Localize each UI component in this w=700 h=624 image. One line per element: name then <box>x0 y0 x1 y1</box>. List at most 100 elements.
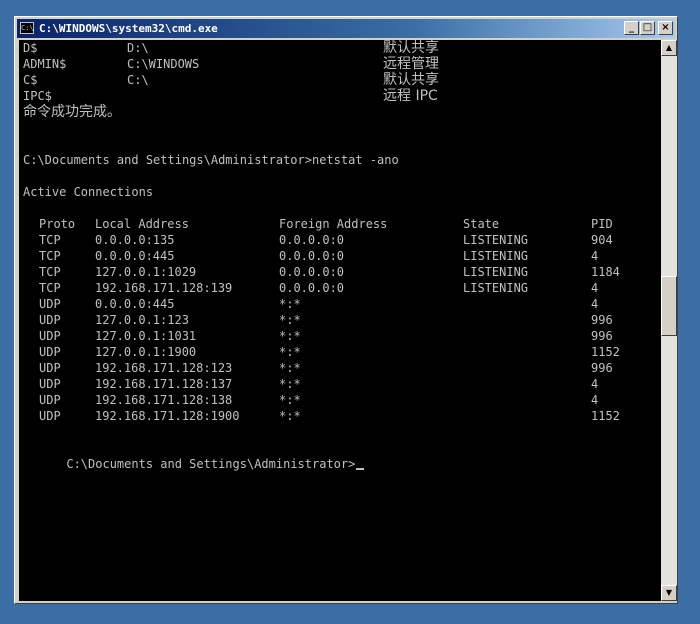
cell-proto: UDP <box>39 393 61 407</box>
current-prompt[interactable]: C:\Documents and Settings\Administrator> <box>23 440 661 471</box>
cell-pid: 4 <box>591 393 599 407</box>
cell-local-address: 127.0.0.1:1900 <box>95 345 197 359</box>
cell-proto: TCP <box>39 233 61 247</box>
vertical-scrollbar[interactable]: ▲ ▼ <box>661 40 677 601</box>
share-path: C:\ <box>127 73 149 87</box>
scroll-up-button[interactable]: ▲ <box>661 40 677 56</box>
scroll-thumb[interactable] <box>661 276 677 336</box>
cell-pid: 904 <box>591 233 613 247</box>
table-row: UDP 127.0.0.1:1031 *:* 996 <box>19 328 659 344</box>
cell-pid: 996 <box>591 313 613 327</box>
cell-pid: 996 <box>591 361 613 375</box>
cell-pid: 4 <box>591 249 599 263</box>
cell-local-address: 0.0.0.0:135 <box>95 233 175 247</box>
share-remark: 默认共享 <box>383 72 439 88</box>
window-title: C:\WINDOWS\system32\cmd.exe <box>39 22 218 35</box>
column-header-state: State <box>463 217 500 231</box>
cell-pid: 1152 <box>591 345 620 359</box>
column-header-proto: Proto <box>39 217 76 231</box>
table-row: UDP 0.0.0.0:445 *:* 4 <box>19 296 659 312</box>
cell-local-address: 192.168.171.128:137 <box>95 377 233 391</box>
console-icon: C:\ <box>20 22 34 34</box>
text-cursor <box>356 468 365 470</box>
success-message: 命令成功完成。 <box>23 104 121 120</box>
cell-state: LISTENING <box>463 233 529 247</box>
section-heading: Active Connections <box>23 185 154 199</box>
cell-proto: UDP <box>39 329 61 343</box>
cell-foreign-address: *:* <box>279 313 301 327</box>
cell-proto: UDP <box>39 313 61 327</box>
share-row: IPC$ 远程 IPC <box>19 88 659 104</box>
share-row: ADMIN$ C:\WINDOWS 远程管理 <box>19 56 659 72</box>
cell-foreign-address: 0.0.0.0:0 <box>279 281 345 295</box>
cell-foreign-address: *:* <box>279 329 301 343</box>
share-remark: 远程 IPC <box>383 88 438 104</box>
cell-proto: TCP <box>39 281 61 295</box>
table-row: UDP 127.0.0.1:1900 *:* 1152 <box>19 344 659 360</box>
cell-local-address: 192.168.171.128:123 <box>95 361 233 375</box>
cell-local-address: 192.168.171.128:138 <box>95 393 233 407</box>
title-bar[interactable]: C:\ C:\WINDOWS\system32\cmd.exe _ □ × <box>17 19 675 38</box>
cell-foreign-address: 0.0.0.0:0 <box>279 265 345 279</box>
cell-pid: 1152 <box>591 409 620 423</box>
cell-proto: TCP <box>39 249 61 263</box>
console-output[interactable]: D$ D:\ 默认共享 ADMIN$ C:\WINDOWS 远程管理 C$ C:… <box>19 40 661 601</box>
cell-local-address: 0.0.0.0:445 <box>95 297 175 311</box>
cell-pid: 4 <box>591 377 599 391</box>
cell-state: LISTENING <box>463 249 529 263</box>
maximize-button[interactable]: □ <box>640 21 655 35</box>
column-header-foreign-address: Foreign Address <box>279 217 388 231</box>
cell-pid: 4 <box>591 281 599 295</box>
close-button[interactable]: × <box>658 21 673 35</box>
cell-state: LISTENING <box>463 281 529 295</box>
table-row: TCP 0.0.0.0:135 0.0.0.0:0 LISTENING 904 <box>19 232 659 248</box>
table-row: UDP 192.168.171.128:1900 *:* 1152 <box>19 408 659 424</box>
table-header: Proto Local Address Foreign Address Stat… <box>19 216 659 232</box>
cell-proto: UDP <box>39 345 61 359</box>
cell-proto: UDP <box>39 297 61 311</box>
share-name: C$ <box>23 73 38 87</box>
share-remark: 默认共享 <box>383 40 439 56</box>
table-row: TCP 192.168.171.128:139 0.0.0.0:0 LISTENING… <box>19 280 659 296</box>
column-header-pid: PID <box>591 217 613 231</box>
cell-pid: 1184 <box>591 265 620 279</box>
cell-proto: UDP <box>39 361 61 375</box>
cell-proto: UDP <box>39 377 61 391</box>
cell-pid: 4 <box>591 297 599 311</box>
cell-foreign-address: *:* <box>279 345 301 359</box>
table-row: UDP 192.168.171.128:138 *:* 4 <box>19 392 659 408</box>
cell-foreign-address: *:* <box>279 409 301 423</box>
cell-proto: TCP <box>39 265 61 279</box>
cell-foreign-address: *:* <box>279 393 301 407</box>
cell-state: LISTENING <box>463 265 529 279</box>
cell-proto: UDP <box>39 409 61 423</box>
share-path: C:\WINDOWS <box>127 57 200 71</box>
table-row: TCP 0.0.0.0:445 0.0.0.0:0 LISTENING 4 <box>19 248 659 264</box>
minimize-button[interactable]: _ <box>624 21 639 35</box>
cell-local-address: 192.168.171.128:1900 <box>95 409 240 423</box>
cell-pid: 996 <box>591 329 613 343</box>
column-header-local-address: Local Address <box>95 217 189 231</box>
table-row: UDP 192.168.171.128:123 *:* 996 <box>19 360 659 376</box>
share-name: D$ <box>23 41 38 55</box>
cell-local-address: 127.0.0.1:1031 <box>95 329 197 343</box>
table-row: UDP 127.0.0.1:123 *:* 996 <box>19 312 659 328</box>
scroll-down-button[interactable]: ▼ <box>661 585 677 601</box>
share-name: ADMIN$ <box>23 57 67 71</box>
command-prompt: C:\Documents and Settings\Administrator>… <box>23 153 399 167</box>
cell-foreign-address: *:* <box>279 377 301 391</box>
cell-foreign-address: *:* <box>279 297 301 311</box>
prompt-text: C:\Documents and Settings\Administrator> <box>66 457 356 471</box>
cell-local-address: 127.0.0.1:123 <box>95 313 189 327</box>
cell-foreign-address: 0.0.0.0:0 <box>279 233 345 247</box>
cell-local-address: 0.0.0.0:445 <box>95 249 175 263</box>
cell-local-address: 192.168.171.128:139 <box>95 281 233 295</box>
cell-foreign-address: 0.0.0.0:0 <box>279 249 345 263</box>
share-remark: 远程管理 <box>383 56 439 72</box>
table-row: UDP 192.168.171.128:137 *:* 4 <box>19 376 659 392</box>
share-path: D:\ <box>127 41 149 55</box>
cell-local-address: 127.0.0.1:1029 <box>95 265 197 279</box>
cell-foreign-address: *:* <box>279 361 301 375</box>
table-row: TCP 127.0.0.1:1029 0.0.0.0:0 LISTENING 1184 <box>19 264 659 280</box>
share-name: IPC$ <box>23 89 52 103</box>
